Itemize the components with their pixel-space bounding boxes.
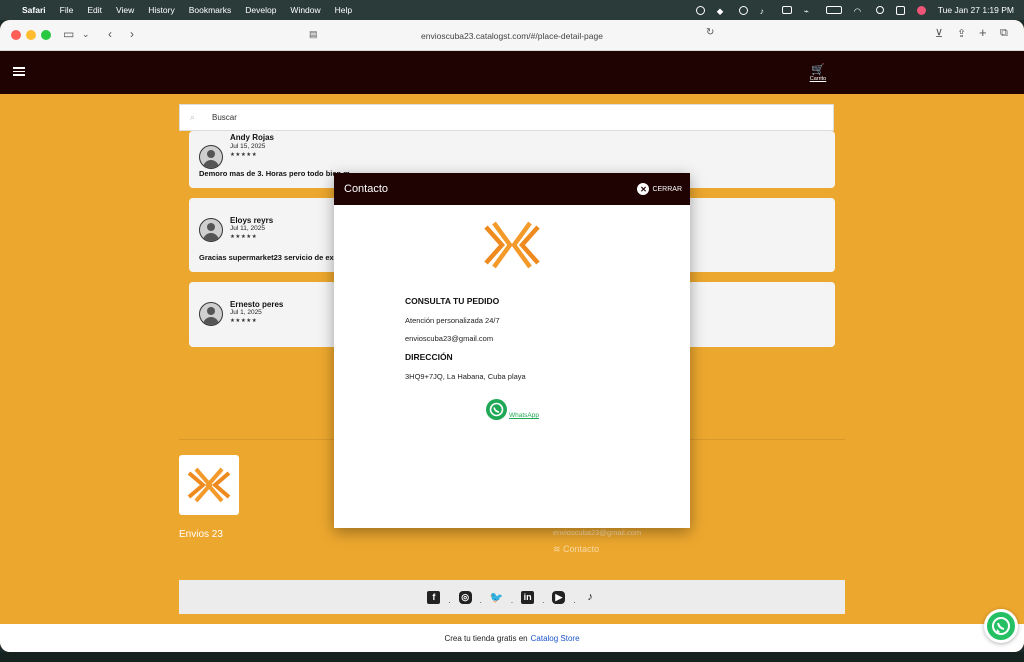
battery-icon[interactable] [825,6,842,14]
reload-icon[interactable]: ↻ [706,27,714,38]
antenna-icon[interactable]: ⌁ [804,6,814,16]
new-tab-icon[interactable]: + [979,25,987,40]
dropbox-icon[interactable]: ◆ [717,6,727,16]
back-icon[interactable]: ‹ [108,27,112,41]
forward-icon[interactable]: › [130,27,134,41]
menu-bookmarks[interactable]: Bookmarks [189,5,232,15]
user-avatar-icon[interactable] [916,5,926,15]
sync-icon[interactable] [738,5,748,15]
close-icon: ✕ [637,183,650,195]
sidebar-toggle-icon[interactable]: ▭ [63,27,74,41]
address-heading: DIRECCIÓN [405,352,453,362]
brand-logo [484,221,540,269]
contact-modal: Contacto ✕ CERRAR CONSULTA TU PEDIDO Ate… [334,173,690,528]
menubar-clock[interactable]: Tue Jan 27 1:19 PM [938,5,1014,15]
close-button[interactable]: ✕ CERRAR [637,183,682,195]
menu-window[interactable]: Window [290,5,320,15]
menu-history[interactable]: History [148,5,174,15]
order-query-heading: CONSULTA TU PEDIDO [405,296,500,306]
contact-email[interactable]: envioscuba23@gmail.com [405,334,493,343]
browser-toolbar: ▭ ⌄ ‹ › ▤ envioscuba23.catalogst.com/#/p… [0,20,1024,51]
macos-menubar: Safari File Edit View History Bookmarks … [0,0,1024,20]
menubar-status-area: ◆ ♪ ⌁ ◠ Tue Jan 27 1:19 PM [695,0,1014,20]
menu-view[interactable]: View [116,5,134,15]
menu-help[interactable]: Help [335,5,352,15]
whatsapp-link[interactable]: WhatsApp [509,412,539,419]
safari-window: ▭ ⌄ ‹ › ▤ envioscuba23.catalogst.com/#/p… [0,20,1024,652]
address-bar[interactable]: envioscuba23.catalogst.com/#/place-detai… [300,25,724,46]
whatsapp-icon[interactable] [486,399,507,420]
tab-overview-icon[interactable]: ⧉ [1000,27,1008,40]
control-center-icon[interactable] [895,5,905,15]
spotlight-search-icon[interactable] [875,6,884,14]
downloads-icon[interactable]: ⊻ [935,27,943,40]
close-label: CERRAR [652,185,682,193]
support-hours-text: Atención personalizada 24/7 [405,316,500,325]
menu-edit[interactable]: Edit [87,5,102,15]
whatsapp-glyph-icon [489,402,504,417]
menu-safari[interactable]: Safari [22,5,46,15]
modal-title: Contacto [344,183,389,195]
keyboard-icon[interactable] [781,6,792,14]
menu-file[interactable]: File [60,5,74,15]
minimize-window-button[interactable] [26,30,36,40]
modal-header: Contacto ✕ CERRAR [334,173,690,205]
mic-icon[interactable]: ♪ [760,6,770,16]
menu-develop[interactable]: Develop [245,5,276,15]
address-text: 3HQ9+7JQ, La Habana, Cuba playa [405,372,526,381]
desktop-wallpaper-strip [0,652,1024,662]
share-icon[interactable]: ⇪ [957,27,966,40]
zoom-window-button[interactable] [41,30,51,40]
tab-group-chevron-icon[interactable]: ⌄ [82,29,90,40]
url-text[interactable]: envioscuba23.catalogst.com/#/place-detai… [421,31,603,41]
close-window-button[interactable] [11,30,21,40]
creative-cloud-icon[interactable] [695,5,705,15]
wifi-icon[interactable]: ◠ [854,6,864,16]
